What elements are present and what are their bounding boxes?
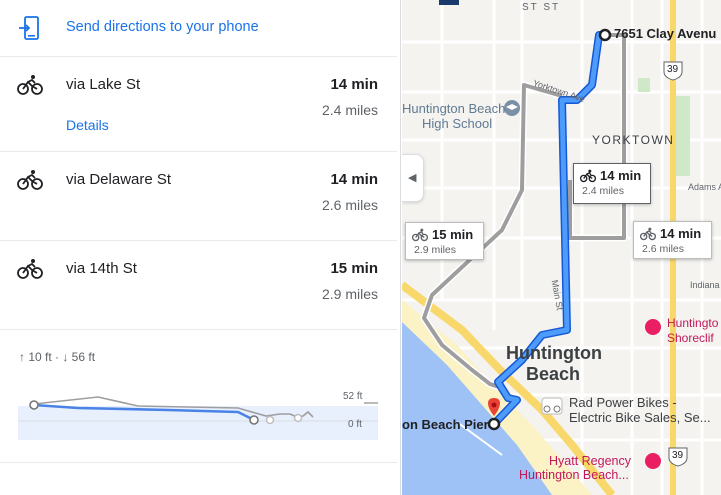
bicycle-icon <box>17 74 43 101</box>
hotel-icon <box>645 453 661 469</box>
hotel-icon <box>645 319 661 335</box>
street-label: Indiana <box>690 280 720 290</box>
elevation-summary: ↑ 10 ft · ↓ 56 ft <box>19 350 96 364</box>
poi-label: Hyatt Regency <box>549 454 631 468</box>
elevation-max-label: 52 ft <box>343 391 363 402</box>
chevron-left-icon: ◀ <box>408 172 417 184</box>
callout-time: 15 min <box>432 227 474 242</box>
elevation-end-marker <box>249 415 259 425</box>
poi-label: Huntingto <box>667 316 719 330</box>
elevation-end-marker-alt <box>265 415 275 425</box>
route-option-delaware-st[interactable]: via Delaware St 14 min 2.6 miles <box>0 152 397 241</box>
route-39-label: 39 <box>667 64 679 75</box>
school-label: High School <box>422 116 493 131</box>
directions-panel: Send directions to your phone via Lake S… <box>0 0 401 495</box>
route-39-label: 39 <box>672 450 684 461</box>
route-callout-selected[interactable]: 14 min 2.4 miles <box>573 163 651 204</box>
poi-label: Electric Bike Sales, Se... <box>569 410 711 425</box>
route-callout-alt[interactable]: 14 min 2.6 miles <box>633 221 712 259</box>
route-callout-alt[interactable]: 15 min 2.9 miles <box>405 222 484 260</box>
elevation-start-marker <box>29 400 39 410</box>
destination-label: 7651 Clay Avenu <box>614 26 717 41</box>
bicycle-icon <box>17 169 43 196</box>
route-distance: 2.9 miles <box>321 286 378 302</box>
elevation-chart <box>18 396 378 440</box>
bicycle-icon <box>17 258 43 285</box>
elevation-min-label: 0 ft <box>348 419 362 430</box>
route-time: 14 min <box>330 171 378 188</box>
callout-distance: 2.4 miles <box>582 185 625 197</box>
callout-time: 14 min <box>600 168 642 183</box>
send-directions-link[interactable]: Send directions to your phone <box>66 19 259 35</box>
route-name: via Delaware St <box>66 171 172 188</box>
school-icon <box>504 100 520 116</box>
route-time: 15 min <box>330 260 378 277</box>
send-to-phone-row[interactable]: Send directions to your phone <box>0 0 397 57</box>
bike-shop-icon <box>541 397 563 415</box>
collapse-panel-button[interactable]: ◀ <box>402 154 424 202</box>
poi-label: Shoreclif <box>667 331 714 345</box>
route-option-lake-st[interactable]: via Lake St 14 min 2.4 miles Details <box>0 57 397 152</box>
city-label: Beach <box>526 364 581 384</box>
route-details-link[interactable]: Details <box>66 117 109 133</box>
callout-time: 14 min <box>660 226 702 241</box>
elevation-end-marker-alt <box>293 413 303 423</box>
route-distance: 2.6 miles <box>321 197 378 213</box>
city-label: Huntington <box>506 343 602 363</box>
poi-label: Rad Power Bikes - <box>569 395 677 410</box>
callout-distance: 2.6 miles <box>642 243 685 255</box>
neighborhood-label: YORKTOWN <box>592 133 675 147</box>
street-label: Adams A <box>688 182 721 192</box>
route-distance: 2.4 miles <box>321 102 378 118</box>
school-label: Huntington Beach <box>402 101 506 116</box>
route-name: via 14th St <box>66 260 137 277</box>
route-name: via Lake St <box>66 76 141 93</box>
map-view[interactable]: 39 39 7651 Clay Avenu ST ST Huntington B… <box>402 0 721 495</box>
route-time: 14 min <box>330 76 378 93</box>
poi-label: Huntington Beach... <box>519 468 629 482</box>
route-option-14th-st[interactable]: via 14th St 15 min 2.9 miles <box>0 241 397 330</box>
callout-distance: 2.9 miles <box>414 244 457 256</box>
phone-send-icon <box>18 16 40 45</box>
start-marker <box>487 417 501 431</box>
start-label: on Beach Pier <box>402 417 489 432</box>
destination-marker <box>598 28 612 42</box>
street-label: ST ST <box>522 2 561 13</box>
elevation-profile: ↑ 10 ft · ↓ 56 ft 52 ft 0 ft <box>0 330 397 463</box>
